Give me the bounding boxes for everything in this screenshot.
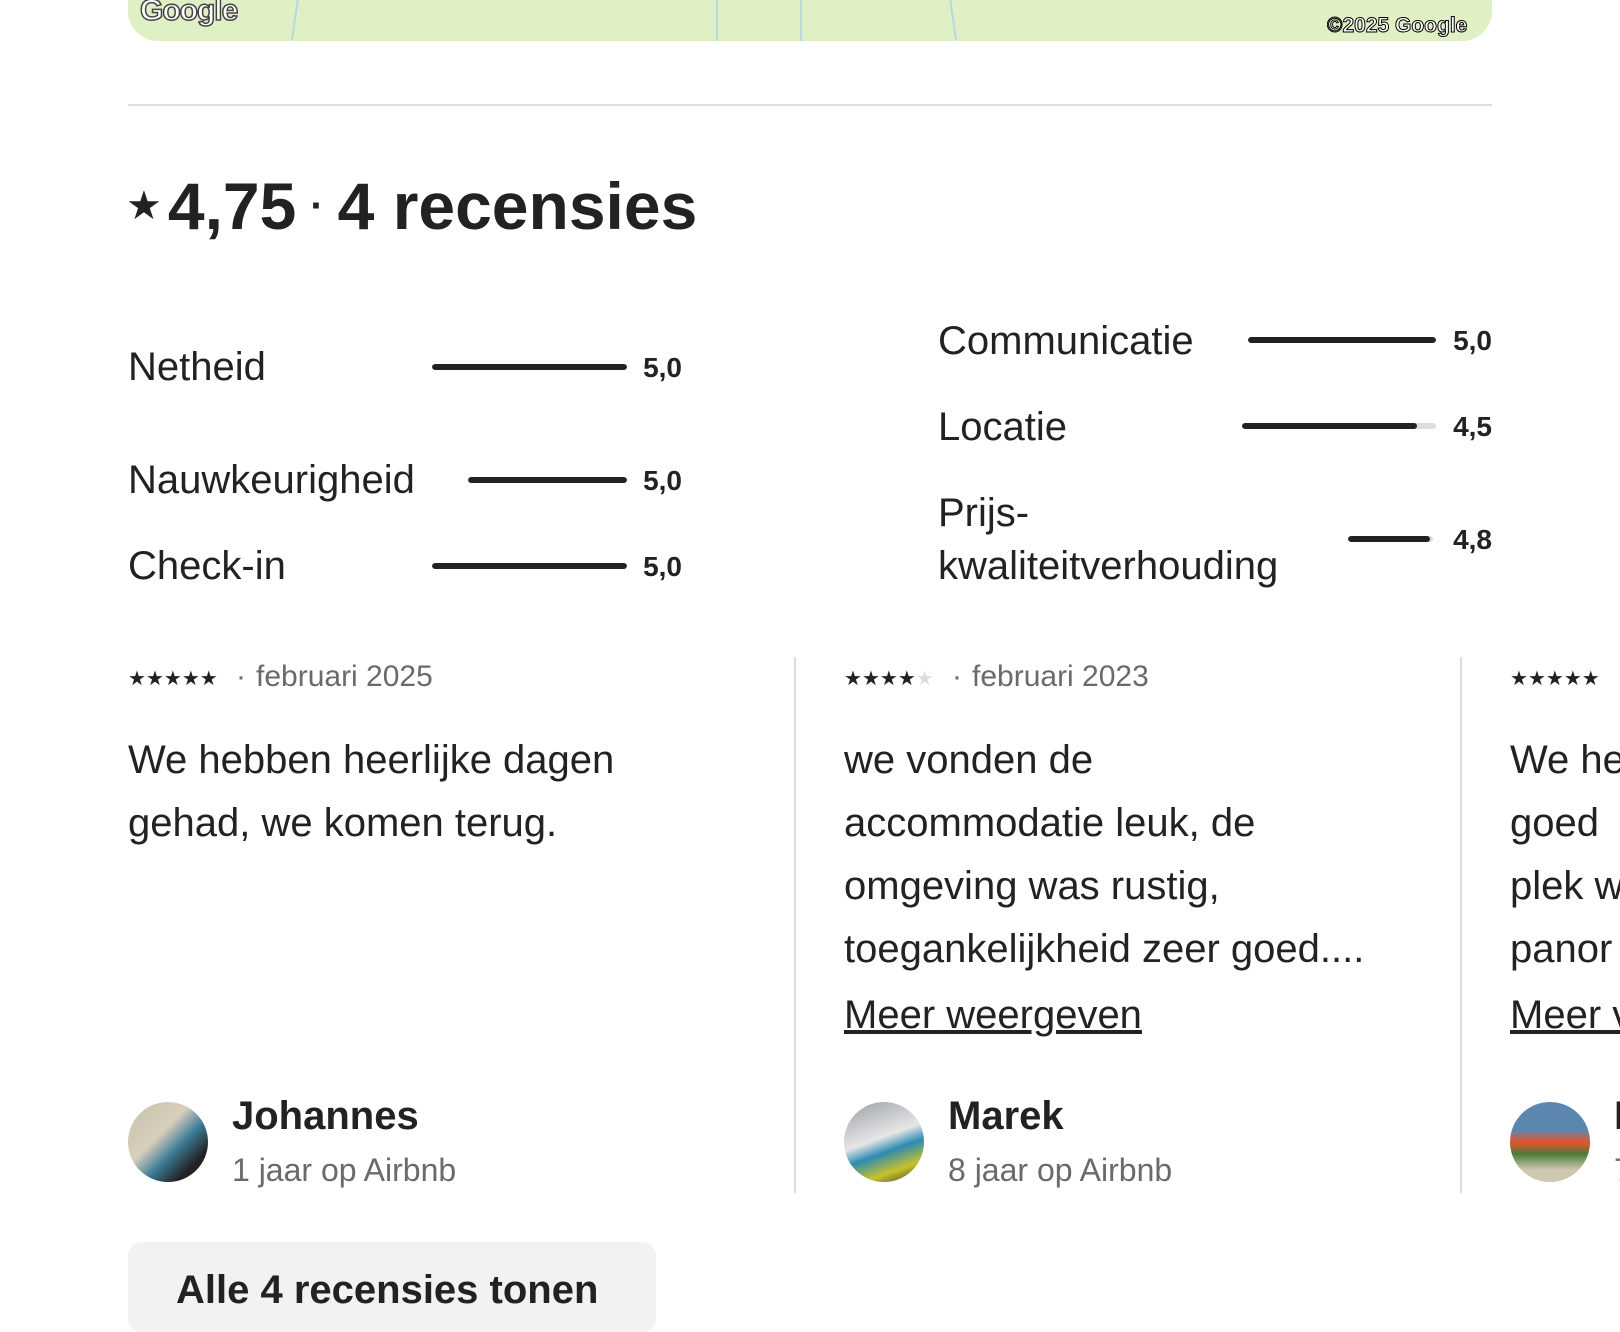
rating-bar xyxy=(1348,536,1433,542)
category-value: 5,0 xyxy=(643,551,682,582)
reviewer-name[interactable]: I xyxy=(1614,1094,1620,1139)
reviewer-avatar[interactable] xyxy=(844,1102,924,1182)
review-date-separator: · xyxy=(236,660,246,693)
star-icon: ★ xyxy=(199,668,218,690)
category-value: 4,5 xyxy=(1453,411,1492,442)
category-value: 5,0 xyxy=(643,465,682,496)
review-count: 4 recensies xyxy=(337,169,698,243)
section-divider xyxy=(128,104,1492,106)
category-label: kwaliteitverhouding xyxy=(938,544,1279,588)
review-text-line: panor xyxy=(1510,927,1613,971)
star-icon: ★ xyxy=(1545,668,1564,690)
review-text-line: accommodatie leuk, de xyxy=(844,801,1256,845)
reviews-heading: ★ 4,75 · 4 recensies xyxy=(126,168,697,244)
star-icon: ★ xyxy=(1510,668,1528,690)
google-logo: Google xyxy=(139,0,239,28)
rating-bar-fill xyxy=(432,563,627,569)
review-date: februari 2023 xyxy=(972,660,1149,693)
rating-bar-fill xyxy=(468,477,627,483)
map-copyright: ©2025 Google xyxy=(1327,14,1468,38)
show-more-link[interactable]: Meer v xyxy=(1510,993,1620,1038)
rating-bar xyxy=(432,563,627,569)
review-text-line: toegankelijkheid zeer goed.... xyxy=(844,927,1365,971)
star-icon: ★ xyxy=(897,668,916,690)
rating-bar-fill xyxy=(1242,423,1417,429)
review-stars: ★★★★★ xyxy=(128,666,218,691)
rating-bar xyxy=(432,364,627,370)
review-text: We hebben heerlijke dagen gehad, we komen… xyxy=(128,729,614,855)
rating-bar xyxy=(1242,423,1436,429)
star-icon: ★ xyxy=(126,184,162,228)
category-label: Communicatie xyxy=(938,319,1194,363)
category-value: 4,8 xyxy=(1453,524,1492,555)
review-date: februari 2025 xyxy=(256,660,433,693)
review-date-separator: · xyxy=(952,660,962,693)
reviewer-since: 1 jaar op Airbnb xyxy=(232,1152,457,1188)
star-icon: ★ xyxy=(128,668,146,690)
category-label: Prijs- xyxy=(938,491,1030,535)
show-all-reviews-button[interactable]: Alle 4 recensies tonen xyxy=(128,1242,656,1332)
reviewer-since: 8 jaar op Airbnb xyxy=(948,1152,1173,1188)
star-icon: ★ xyxy=(879,668,898,690)
review-text-line: we vonden de xyxy=(844,738,1094,782)
show-more-link[interactable]: Meer weergeven xyxy=(844,993,1142,1038)
star-icon: ★ xyxy=(1563,668,1582,690)
review-text-line: gehad, we komen terug. xyxy=(128,801,558,845)
review-text-line: We hebben heerlijke dagen xyxy=(128,738,615,782)
rating-bar-fill xyxy=(432,364,627,370)
review-stars: ★★★★★ xyxy=(844,666,934,691)
rating-bar xyxy=(1248,337,1436,343)
category-label: Locatie xyxy=(938,405,1067,449)
star-icon: ★ xyxy=(181,668,200,690)
review-text-line: We he xyxy=(1510,738,1620,782)
reviewer-name[interactable]: Johannes xyxy=(232,1094,419,1139)
star-icon: ★ xyxy=(145,668,164,690)
map[interactable] xyxy=(128,0,1492,41)
category-label: Nauwkeurigheid xyxy=(128,458,415,502)
rating-bar-fill xyxy=(1348,536,1430,542)
star-icon: ★ xyxy=(163,668,182,690)
review-divider xyxy=(794,657,796,1193)
star-icon: ★ xyxy=(1581,668,1600,690)
star-icon: ★ xyxy=(1527,668,1546,690)
separator: · xyxy=(310,183,324,228)
review-text: we vonden de accommodatie leuk, de omgevin… xyxy=(844,729,1364,981)
reviewer-since: 7 xyxy=(1614,1152,1620,1189)
rating-bar xyxy=(468,477,627,483)
star-icon: ★ xyxy=(915,668,934,690)
review-text-line: omgeving was rustig, xyxy=(844,864,1220,908)
review-text-line: goed xyxy=(1510,801,1599,845)
reviewer-avatar[interactable] xyxy=(128,1102,208,1182)
star-icon: ★ xyxy=(844,668,862,690)
review-text: We he goed plek w panor xyxy=(1510,729,1620,981)
category-label: Check-in xyxy=(128,544,286,588)
reviewer-name[interactable]: Marek xyxy=(948,1094,1064,1139)
category-label: Netheid xyxy=(128,345,266,389)
reviewer-avatar[interactable] xyxy=(1510,1102,1590,1182)
review-stars: ★★★★★ xyxy=(1510,666,1600,691)
star-icon: ★ xyxy=(861,668,880,690)
review-text-line: plek w xyxy=(1510,864,1620,908)
review-divider xyxy=(1460,657,1462,1193)
rating-bar-fill xyxy=(1248,337,1436,343)
category-value: 5,0 xyxy=(643,352,682,383)
category-value: 5,0 xyxy=(1453,325,1492,356)
overall-rating: 4,75 xyxy=(167,169,297,243)
